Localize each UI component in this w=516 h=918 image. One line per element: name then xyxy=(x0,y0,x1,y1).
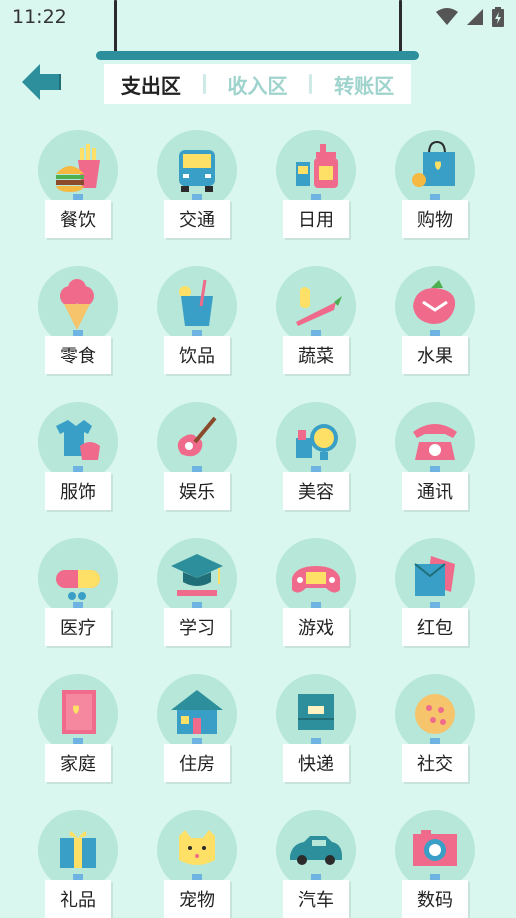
category-family[interactable]: 家庭 xyxy=(20,672,139,782)
category-express-delivery[interactable]: 快递 xyxy=(258,672,377,782)
hanging-string-left xyxy=(114,0,117,56)
tab-transfer[interactable]: 转账区 xyxy=(334,70,394,99)
category-label: 娱乐 xyxy=(164,472,230,510)
category-label: 快递 xyxy=(283,744,349,782)
tab-divider xyxy=(202,74,206,94)
status-icons xyxy=(436,7,504,27)
back-arrow-icon xyxy=(22,64,61,100)
tab-income[interactable]: 收入区 xyxy=(227,70,287,99)
status-time: 11:22 xyxy=(12,6,67,28)
category-fruit[interactable]: 水果 xyxy=(377,264,496,374)
category-label: 饮品 xyxy=(164,336,230,374)
tab-divider xyxy=(309,74,313,94)
category-label: 美容 xyxy=(283,472,349,510)
category-red-envelope[interactable]: 红包 xyxy=(377,536,496,646)
category-label: 住房 xyxy=(164,744,230,782)
category-label: 购物 xyxy=(402,200,468,238)
category-label: 医疗 xyxy=(45,608,111,646)
category-social[interactable]: 社交 xyxy=(377,672,496,782)
category-study[interactable]: 学习 xyxy=(139,536,258,646)
battery-icon xyxy=(492,7,504,27)
category-label: 游戏 xyxy=(283,608,349,646)
wifi-icon xyxy=(436,8,458,25)
signal-icon xyxy=(467,9,483,25)
tab-bar: 支出区 收入区 转账区 xyxy=(104,64,411,104)
category-vegetables[interactable]: 蔬菜 xyxy=(258,264,377,374)
category-label: 零食 xyxy=(45,336,111,374)
category-label: 水果 xyxy=(402,336,468,374)
category-grid: 餐饮 交通 日用 购物 零食 饮品 蔬菜 水果 服饰 娱乐 美容 通讯 医疗 学… xyxy=(20,128,496,918)
category-drinks[interactable]: 饮品 xyxy=(139,264,258,374)
category-beauty[interactable]: 美容 xyxy=(258,400,377,510)
category-transport[interactable]: 交通 xyxy=(139,128,258,238)
category-snacks[interactable]: 零食 xyxy=(20,264,139,374)
category-games[interactable]: 游戏 xyxy=(258,536,377,646)
category-label: 餐饮 xyxy=(45,200,111,238)
category-housing[interactable]: 住房 xyxy=(139,672,258,782)
category-label: 日用 xyxy=(283,200,349,238)
category-pets[interactable]: 宠物 xyxy=(139,808,258,918)
category-digital[interactable]: 数码 xyxy=(377,808,496,918)
category-label: 学习 xyxy=(164,608,230,646)
category-gifts[interactable]: 礼品 xyxy=(20,808,139,918)
category-label: 通讯 xyxy=(402,472,468,510)
category-label: 社交 xyxy=(402,744,468,782)
category-car[interactable]: 汽车 xyxy=(258,808,377,918)
category-label: 家庭 xyxy=(45,744,111,782)
status-bar: 11:22 xyxy=(0,0,516,36)
category-shopping[interactable]: 购物 xyxy=(377,128,496,238)
category-dining[interactable]: 餐饮 xyxy=(20,128,139,238)
category-label: 数码 xyxy=(402,880,468,918)
category-daily-use[interactable]: 日用 xyxy=(258,128,377,238)
back-button[interactable] xyxy=(20,60,64,104)
category-medical[interactable]: 医疗 xyxy=(20,536,139,646)
category-label: 交通 xyxy=(164,200,230,238)
category-label: 红包 xyxy=(402,608,468,646)
category-label: 蔬菜 xyxy=(283,336,349,374)
tab-expense[interactable]: 支出区 xyxy=(121,70,181,99)
category-clothing[interactable]: 服饰 xyxy=(20,400,139,510)
category-label: 宠物 xyxy=(164,880,230,918)
category-label: 礼品 xyxy=(45,880,111,918)
hanging-string-right xyxy=(399,0,402,56)
hanging-bar xyxy=(96,51,419,60)
category-label: 服饰 xyxy=(45,472,111,510)
category-label: 汽车 xyxy=(283,880,349,918)
category-entertainment[interactable]: 娱乐 xyxy=(139,400,258,510)
category-telecom[interactable]: 通讯 xyxy=(377,400,496,510)
